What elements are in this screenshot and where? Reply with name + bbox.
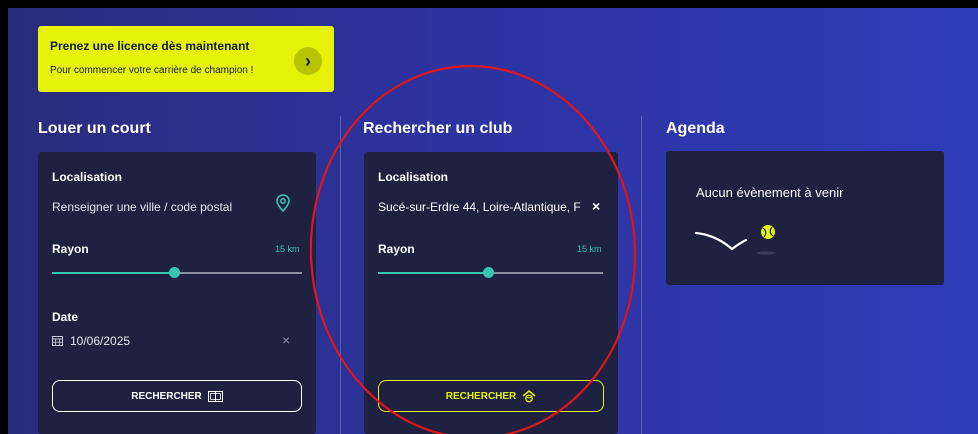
slider-fill bbox=[52, 272, 175, 274]
club-radius-slider[interactable] bbox=[378, 267, 603, 278]
club-radius-value: 15 km bbox=[577, 244, 602, 254]
license-promo-banner[interactable]: Prenez une licence dès maintenant Pour c… bbox=[38, 26, 334, 92]
empty-agenda-illustration-icon bbox=[694, 225, 776, 255]
club-location-input[interactable]: Sucé-sur-Erdre 44, Loire-Atlantique, F bbox=[378, 200, 588, 214]
club-search-button[interactable]: RECHERCHER bbox=[378, 380, 604, 412]
column-divider bbox=[340, 116, 341, 434]
promo-title: Prenez une licence dès maintenant bbox=[50, 39, 250, 53]
promo-subtitle: Pour commencer votre carrière de champio… bbox=[50, 65, 254, 76]
court-date-label: Date bbox=[52, 310, 79, 324]
column-divider bbox=[641, 116, 642, 434]
club-location-label: Localisation bbox=[378, 170, 449, 184]
club-radius-label: Rayon bbox=[378, 242, 415, 256]
page-background: Prenez une licence dès maintenant Pour c… bbox=[8, 8, 978, 434]
court-section-title: Louer un court bbox=[38, 120, 151, 137]
map-pin-icon[interactable] bbox=[276, 194, 290, 212]
slider-fill bbox=[378, 272, 489, 274]
slider-handle[interactable] bbox=[482, 267, 494, 278]
club-section-title: Rechercher un club bbox=[363, 120, 513, 137]
court-radius-value: 15 km bbox=[275, 244, 300, 254]
club-location-clear-icon[interactable]: × bbox=[592, 198, 600, 214]
club-search-card: Localisation Sucé-sur-Erdre 44, Loire-At… bbox=[364, 152, 618, 434]
court-search-button-label: RECHERCHER bbox=[131, 390, 202, 402]
calendar-icon bbox=[52, 336, 63, 346]
chevron-right-icon[interactable]: › bbox=[294, 47, 322, 75]
agenda-empty-text: Aucun évènement à venir bbox=[696, 185, 844, 200]
court-date-clear-icon[interactable]: × bbox=[282, 332, 290, 348]
agenda-card: Aucun évènement à venir bbox=[666, 151, 944, 285]
club-house-icon bbox=[522, 389, 536, 402]
court-search-card: Localisation Renseigner une ville / code… bbox=[38, 152, 316, 434]
court-radius-slider[interactable] bbox=[52, 267, 302, 278]
court-date-value[interactable]: 10/06/2025 bbox=[70, 334, 130, 348]
tennis-court-icon bbox=[207, 390, 223, 402]
court-location-label: Localisation bbox=[52, 170, 123, 184]
club-search-button-label: RECHERCHER bbox=[445, 390, 517, 402]
slider-handle[interactable] bbox=[169, 267, 180, 278]
agenda-section-title: Agenda bbox=[666, 120, 725, 137]
court-search-button[interactable]: RECHERCHER bbox=[52, 380, 302, 412]
court-radius-label: Rayon bbox=[52, 242, 89, 256]
court-location-input[interactable]: Renseigner une ville / code postal bbox=[52, 200, 262, 214]
